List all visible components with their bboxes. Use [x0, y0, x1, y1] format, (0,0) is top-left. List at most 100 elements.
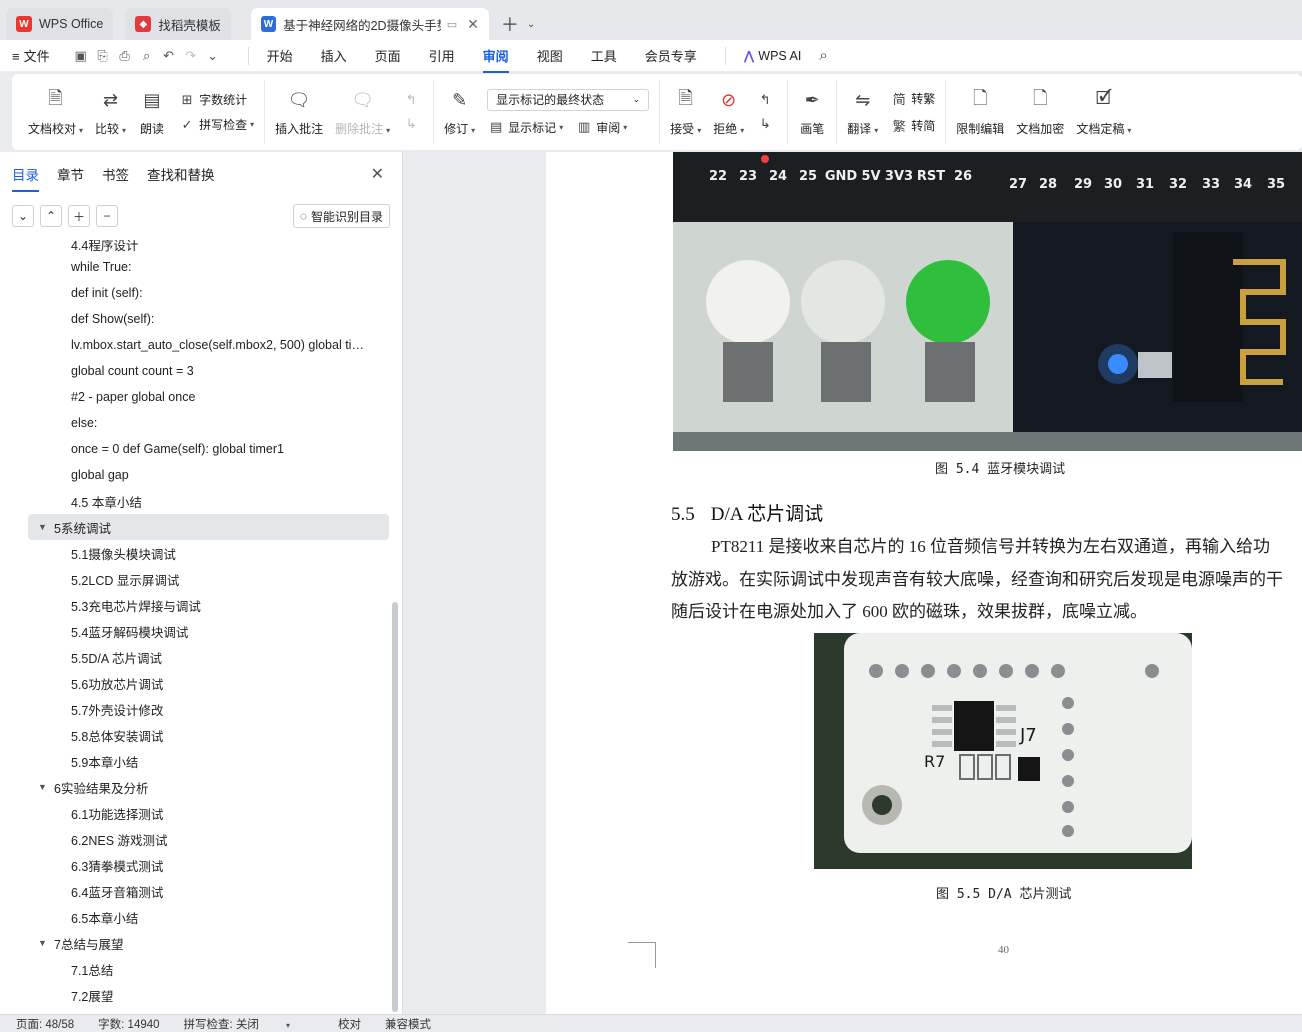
toc-item[interactable]: 5.2LCD 显示屏调试: [0, 566, 403, 592]
chevron-down-icon[interactable]: ⌄: [527, 19, 535, 30]
toc-item[interactable]: 5.5D/A 芯片调试: [0, 644, 403, 670]
to-simplified-button[interactable]: 繁转简: [890, 116, 936, 135]
word-count-button[interactable]: ⊞ 字数统计: [178, 91, 254, 108]
toc-item[interactable]: 6.1功能选择测试: [0, 800, 403, 826]
new-tab-button[interactable]: ＋ ⌄: [501, 8, 535, 40]
chevron-up-icon[interactable]: ⌃: [40, 205, 62, 227]
insert-comment-button[interactable]: 🗨 插入批注: [269, 84, 329, 141]
doc-encrypt-button[interactable]: 🗋 文档加密: [1010, 84, 1070, 141]
menu-tools[interactable]: 工具: [591, 46, 617, 65]
toc-item[interactable]: #2 - paper global once: [0, 384, 403, 410]
next-change-button[interactable]: ↳: [756, 116, 777, 132]
toc-item[interactable]: 5.7外壳设计修改: [0, 696, 403, 722]
prev-change-button[interactable]: ↰: [756, 92, 777, 108]
toc-item[interactable]: 5.1摄像头模块调试: [0, 540, 403, 566]
file-menu[interactable]: ≡ 文件: [12, 46, 50, 65]
menu-insert[interactable]: 插入: [321, 46, 347, 65]
tab-docer[interactable]: ◆ 找稻壳模板: [125, 8, 231, 40]
word-count[interactable]: 字数: 14940: [98, 1016, 159, 1032]
menu-references[interactable]: 引用: [429, 46, 455, 65]
tab-wps-office[interactable]: W WPS Office: [6, 8, 114, 40]
toc-item[interactable]: global count count = 3: [0, 358, 403, 384]
spell-check-status[interactable]: 拼写检查: 关闭 ▾: [184, 1016, 314, 1032]
smart-toc-button[interactable]: ◌ 智能识别目录: [292, 204, 390, 228]
close-icon[interactable]: ✕: [371, 164, 384, 184]
toc-item[interactable]: else:: [0, 410, 403, 436]
toc-item[interactable]: 4.5 本章小结: [0, 488, 403, 514]
toc-item[interactable]: lv.mbox.start_auto_close(self.mbox2, 500…: [0, 332, 403, 358]
close-tab-icon[interactable]: ✕: [467, 16, 479, 33]
chevron-down-icon[interactable]: ⌄: [12, 205, 34, 227]
tab-bookmarks[interactable]: 书签: [102, 164, 129, 184]
pen-button[interactable]: ✒ 画笔: [792, 84, 832, 141]
toc-item[interactable]: def init (self):: [0, 280, 403, 306]
restrict-edit-button[interactable]: 🗋 限制编辑: [950, 84, 1010, 141]
accept-button[interactable]: 🗎 接受 ▾: [664, 84, 707, 141]
delete-comment-button[interactable]: 🗨 删除批注 ▾: [329, 84, 396, 141]
toc-item[interactable]: ▼ 7总结与展望: [0, 930, 403, 956]
expand-triangle-icon[interactable]: ▼: [38, 938, 54, 948]
next-comment-button[interactable]: ↳: [402, 116, 423, 132]
tab-document[interactable]: W 基于神经网络的2D摄像头手势 ▭ ✕: [250, 8, 489, 40]
markup-view-select[interactable]: 显示标记的最终状态 ⌄: [487, 88, 650, 111]
doc-check-button[interactable]: 🗎 文档校对 ▾: [22, 84, 89, 141]
wps-ai-button[interactable]: ⋀ WPS AI: [744, 48, 802, 64]
toc-scrollbar[interactable]: [392, 602, 398, 1012]
toc-item[interactable]: 7.1总结: [0, 956, 403, 982]
toc-item[interactable]: while True:: [0, 254, 403, 280]
menu-membership[interactable]: 会员专享: [645, 46, 697, 65]
undo-icon[interactable]: ↶: [158, 48, 180, 64]
toc-item[interactable]: 5.3充电芯片焊接与调试: [0, 592, 403, 618]
doc-finalize-button[interactable]: 🗹 文档定稿 ▾: [1070, 84, 1137, 141]
to-traditional-button[interactable]: 简转繁: [890, 89, 936, 108]
spell-check-button[interactable]: ✓ 拼写检查 ▾: [178, 116, 254, 133]
compare-button[interactable]: ⇄ 比较 ▾: [89, 84, 132, 141]
tab-toc[interactable]: 目录: [12, 164, 39, 192]
expand-triangle-icon[interactable]: ▼: [38, 782, 54, 792]
chevron-down-icon[interactable]: ⌄: [202, 48, 224, 64]
toc-item[interactable]: 6.3猜拳模式测试: [0, 852, 403, 878]
toc-item[interactable]: 6.2NES 游戏测试: [0, 826, 403, 852]
expand-triangle-icon[interactable]: ▼: [38, 522, 54, 532]
toc-item[interactable]: 6.5本章小结: [0, 904, 403, 930]
translate-button[interactable]: ⇋ 翻译 ▾: [841, 84, 884, 141]
document-canvas[interactable]: 22 23 24 25 GND 5V 3V3 RST 26 27 28 29 30 31 32 33 34 35 …: [404, 152, 1302, 1014]
menu-review[interactable]: 审阅: [482, 46, 509, 73]
search-icon[interactable]: ⌕: [819, 47, 827, 64]
redo-icon[interactable]: ↷: [180, 48, 202, 64]
minus-icon[interactable]: −: [96, 205, 118, 227]
reject-button[interactable]: ⊘ 拒绝 ▾: [707, 84, 750, 141]
menu-home[interactable]: 开始: [267, 46, 293, 65]
toc-item[interactable]: def Show(self):: [0, 306, 403, 332]
prev-comment-button[interactable]: ↰: [402, 92, 423, 108]
toc-item[interactable]: ▼ 5系统调试: [28, 514, 389, 540]
page-indicator[interactable]: 页面: 48/58: [16, 1016, 74, 1032]
revise-button[interactable]: ✎ 修订 ▾: [438, 84, 481, 141]
show-markup-button[interactable]: ▤ 显示标记 ▾: [487, 119, 563, 136]
toc-item[interactable]: 4.4程序设计: [0, 240, 403, 254]
print-icon[interactable]: ⎙: [114, 48, 136, 64]
tab-find-replace[interactable]: 查找和替换: [147, 164, 215, 184]
toc-item[interactable]: 6.4蓝牙音箱测试: [0, 878, 403, 904]
menu-page[interactable]: 页面: [375, 46, 401, 65]
board-pin-label: 33: [1202, 177, 1220, 192]
export-icon[interactable]: ⎘: [92, 48, 114, 64]
plus-icon[interactable]: ＋: [68, 205, 90, 227]
plus-icon[interactable]: ＋: [501, 11, 519, 37]
toc-item[interactable]: 5.4蓝牙解码模块调试: [0, 618, 403, 644]
print-preview-icon[interactable]: ⌕: [136, 48, 158, 64]
proof-status[interactable]: 校对: [338, 1016, 361, 1032]
monitor-icon[interactable]: ▭: [447, 18, 457, 31]
toc-item[interactable]: global gap: [0, 462, 403, 488]
tab-chapters[interactable]: 章节: [57, 164, 84, 184]
toc-item[interactable]: 5.6功放芯片调试: [0, 670, 403, 696]
review-pane-button[interactable]: ▥ 审阅 ▾: [575, 119, 627, 136]
save-icon[interactable]: ▣: [70, 48, 92, 64]
toc-item[interactable]: ▼ 6实验结果及分析: [0, 774, 403, 800]
menu-view[interactable]: 视图: [537, 46, 563, 65]
toc-item[interactable]: 7.2展望: [0, 982, 403, 1008]
toc-item[interactable]: 5.8总体安装调试: [0, 722, 403, 748]
toc-item[interactable]: once = 0 def Game(self): global timer1: [0, 436, 403, 462]
toc-item[interactable]: 5.9本章小结: [0, 748, 403, 774]
read-aloud-button[interactable]: ▤ 朗读: [132, 84, 172, 141]
